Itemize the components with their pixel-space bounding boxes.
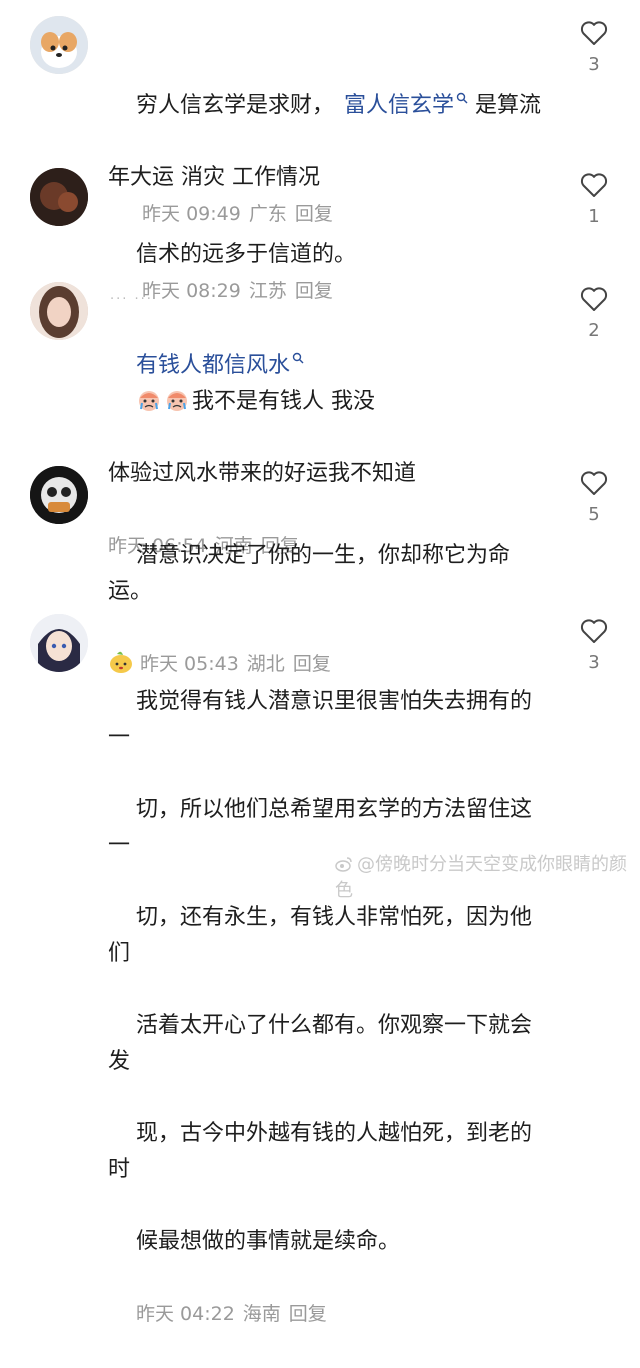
like-count: 5 <box>588 504 600 525</box>
like-button[interactable]: 5 <box>578 470 610 525</box>
keyword-link[interactable]: 富人信玄学 <box>344 92 468 118</box>
avatar[interactable] <box>30 466 88 524</box>
like-button[interactable]: 2 <box>578 286 610 341</box>
heart-outline-icon <box>580 619 608 643</box>
reply-button[interactable]: 回复 <box>295 280 333 302</box>
avatar[interactable] <box>30 614 88 672</box>
like-count: 1 <box>588 206 600 227</box>
weibo-logo-icon <box>335 857 352 872</box>
keyword-link[interactable]: 有钱人都信风水 <box>136 352 304 378</box>
crying-face-emoji-icon <box>138 391 159 411</box>
comment-meta: 昨天 04:22 海南 回复 <box>135 1303 327 1325</box>
heart-outline-icon <box>580 173 608 197</box>
heart-outline-icon <box>580 21 608 45</box>
like-count: 3 <box>588 652 600 673</box>
anime-avatar-icon <box>30 614 88 672</box>
heart-outline-icon <box>580 287 608 311</box>
dark-avatar-icon <box>30 168 88 226</box>
comment-meta: 昨天 08:29 江苏 回复 <box>142 280 333 302</box>
search-icon <box>456 92 468 104</box>
cartoon-avatar-icon <box>30 466 88 524</box>
like-button[interactable]: 3 <box>578 618 610 673</box>
like-button[interactable]: 3 <box>578 20 610 75</box>
crying-face-emoji-icon <box>166 391 187 411</box>
search-icon <box>292 352 304 364</box>
avatar[interactable] <box>30 168 88 226</box>
like-button[interactable]: 1 <box>578 172 610 227</box>
reply-button[interactable]: 回复 <box>289 1303 327 1325</box>
dog-avatar-icon <box>30 16 88 74</box>
like-count: 3 <box>588 54 600 75</box>
heart-outline-icon <box>580 471 608 495</box>
comment-text: 我觉得有钱人潜意识里很害怕失去拥有的一 切，所以他们总希望用玄学的方法留住这一 … <box>108 689 532 1325</box>
avatar[interactable] <box>30 16 88 74</box>
portrait-avatar-icon <box>30 282 88 340</box>
avatar[interactable] <box>30 282 88 340</box>
like-count: 2 <box>588 320 600 341</box>
username[interactable]: ··· ··· <box>110 292 153 307</box>
watermark: @傍晚时分当天空变成你眼睛的颜色 <box>335 854 627 901</box>
